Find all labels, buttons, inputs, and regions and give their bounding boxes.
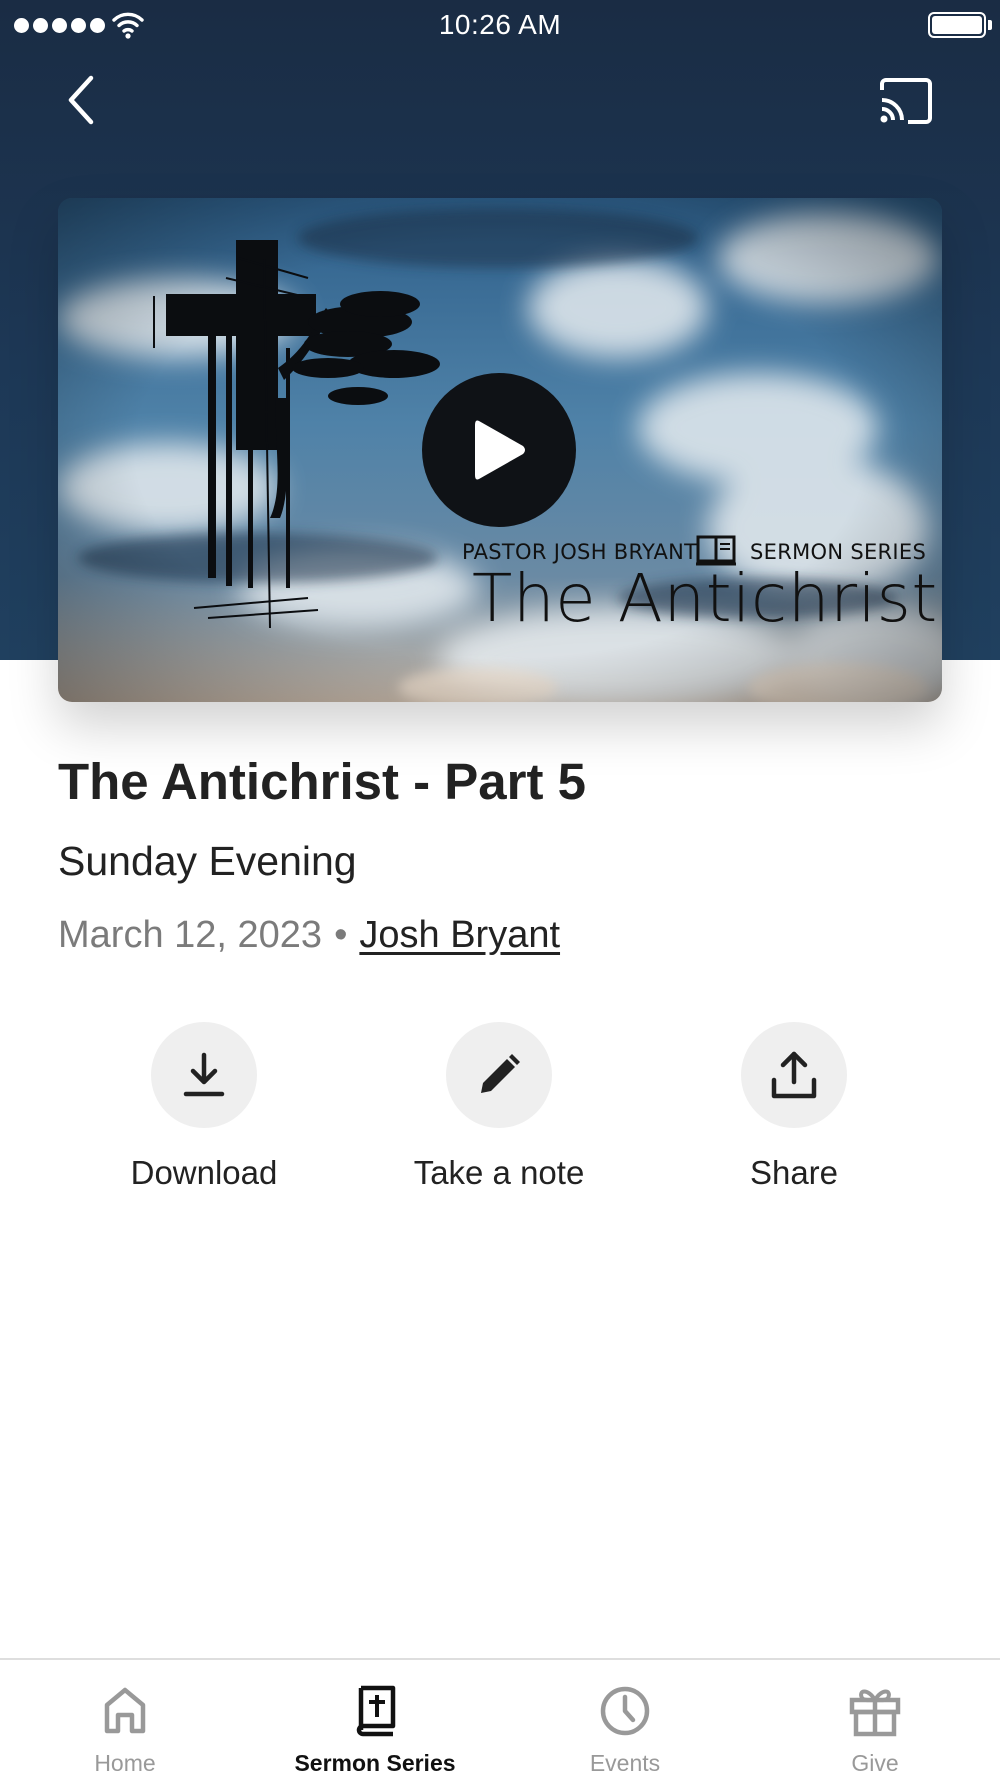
play-button[interactable] bbox=[422, 373, 576, 527]
tab-events[interactable]: Events bbox=[500, 1660, 750, 1778]
take-note-button[interactable]: Take a note bbox=[369, 1022, 629, 1192]
sermon-detail-screen: 10:26 AM PASTOR JOSH BRYANT SERMON SERIE… bbox=[0, 0, 1000, 1778]
bible-icon bbox=[346, 1682, 404, 1740]
download-button[interactable]: Download bbox=[74, 1022, 334, 1192]
artwork-title-text: The Antichrist bbox=[472, 560, 938, 637]
tab-events-label: Events bbox=[589, 1750, 661, 1776]
sermon-title: The Antichrist - Part 5 bbox=[58, 753, 587, 810]
status-time: 10:26 AM bbox=[438, 9, 562, 40]
tab-sermon-series[interactable]: Sermon Series bbox=[250, 1660, 500, 1778]
share-button[interactable]: Share bbox=[664, 1022, 924, 1192]
tab-sermon-series-label: Sermon Series bbox=[294, 1750, 456, 1776]
clock-icon bbox=[596, 1682, 654, 1740]
cast-icon bbox=[880, 78, 932, 124]
sermon-meta: March 12, 2023 • Josh Bryant bbox=[58, 914, 560, 957]
meta-separator: • bbox=[334, 914, 348, 956]
chevron-left-icon bbox=[68, 75, 94, 125]
tab-give-label: Give bbox=[851, 1750, 899, 1776]
battery-icon bbox=[928, 12, 986, 38]
play-icon bbox=[475, 420, 525, 480]
take-note-button-circle[interactable] bbox=[446, 1022, 552, 1128]
tab-bar: Home Sermon Series Events Give bbox=[0, 1658, 1000, 1778]
tab-home[interactable]: Home bbox=[0, 1660, 250, 1778]
share-label: Share bbox=[749, 1154, 839, 1191]
tab-give[interactable]: Give bbox=[750, 1660, 1000, 1778]
speaker-link[interactable]: Josh Bryant bbox=[359, 914, 560, 956]
download-label: Download bbox=[130, 1154, 278, 1191]
sermon-subtitle: Sunday Evening bbox=[58, 838, 357, 884]
download-button-circle[interactable] bbox=[151, 1022, 257, 1128]
back-button[interactable] bbox=[56, 70, 106, 130]
download-icon bbox=[183, 1052, 225, 1097]
take-note-label: Take a note bbox=[413, 1154, 585, 1191]
share-button-circle[interactable] bbox=[741, 1022, 847, 1128]
sermon-date: March 12, 2023 bbox=[58, 914, 323, 956]
cast-button[interactable] bbox=[876, 74, 936, 128]
tab-home-label: Home bbox=[94, 1750, 156, 1776]
share-icon bbox=[771, 1051, 817, 1099]
home-icon bbox=[96, 1682, 154, 1740]
pencil-icon bbox=[481, 1054, 520, 1093]
status-bar: 10:26 AM bbox=[0, 0, 1000, 50]
battery-tip bbox=[988, 20, 992, 30]
gift-icon bbox=[846, 1682, 904, 1740]
sermon-artwork[interactable]: PASTOR JOSH BRYANT SERMON SERIES The Ant… bbox=[58, 198, 942, 702]
